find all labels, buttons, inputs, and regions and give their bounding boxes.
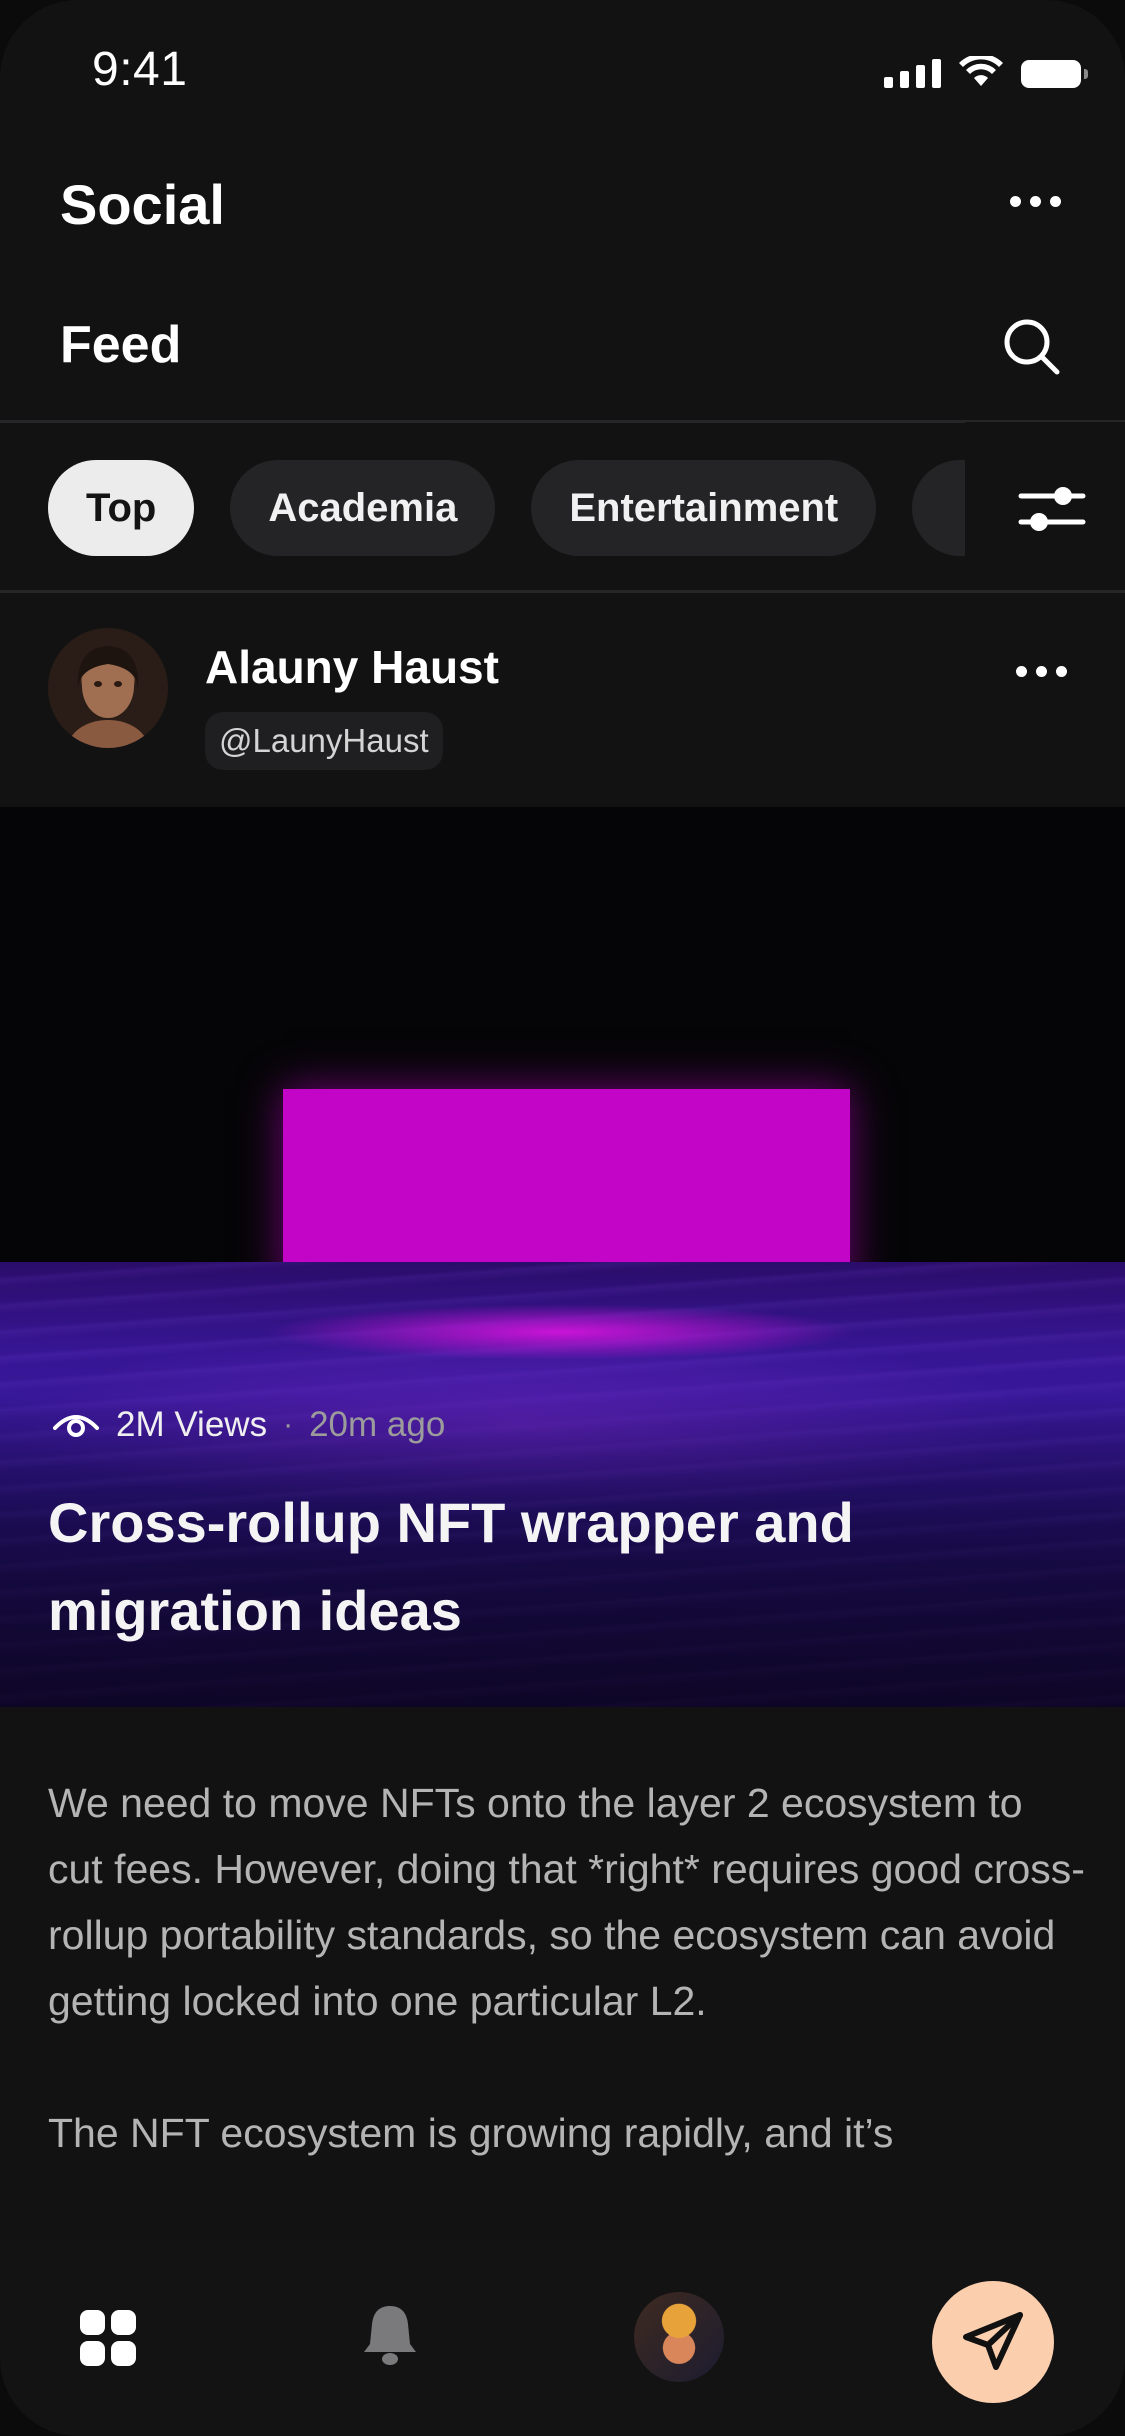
phone-screen: 9:41 Social Feed Top Academia Entertainm… bbox=[0, 0, 1125, 2436]
cellular-signal-icon bbox=[884, 58, 941, 88]
eye-icon bbox=[53, 1415, 99, 1437]
post-hero-image[interactable]: 2M Views · 20m ago Cross-rollup NFT wrap… bbox=[0, 807, 1125, 1707]
post-meta: 2M Views · 20m ago bbox=[52, 1405, 445, 1445]
bottom-navigation bbox=[0, 2240, 1125, 2436]
profile-avatar[interactable] bbox=[634, 2292, 724, 2382]
app-title: Social bbox=[60, 173, 225, 236]
search-icon[interactable] bbox=[1001, 316, 1063, 378]
post-body: We need to move NFTs onto the layer 2 ec… bbox=[48, 1770, 1088, 2232]
wifi-icon bbox=[959, 56, 1003, 86]
post-paragraph: We need to move NFTs onto the layer 2 ec… bbox=[48, 1780, 1085, 2024]
author-name[interactable]: Alauny Haust bbox=[205, 640, 499, 694]
send-icon[interactable] bbox=[932, 2281, 1054, 2403]
post-paragraph: The NFT ecosystem is growing rapidly, an… bbox=[48, 2110, 894, 2156]
feed-title: Feed bbox=[60, 316, 182, 374]
chip-top[interactable]: Top bbox=[48, 460, 195, 556]
header-more-icon[interactable] bbox=[1010, 186, 1061, 217]
battery-icon bbox=[1021, 60, 1088, 88]
category-chips-row: Top Academia Entertainment bbox=[0, 422, 1125, 592]
post-time: 20m ago bbox=[309, 1405, 446, 1444]
author-handle[interactable]: @LaunyHaust bbox=[205, 712, 443, 770]
status-bar: 9:41 bbox=[0, 0, 1125, 140]
sliders-icon[interactable] bbox=[1017, 474, 1087, 544]
post-more-icon[interactable] bbox=[1016, 660, 1067, 683]
chip-entertainment[interactable]: Entertainment bbox=[531, 460, 877, 556]
chips-divider bbox=[0, 590, 1125, 593]
category-chips: Top Academia Entertainment bbox=[48, 460, 1049, 556]
post-title[interactable]: Cross-rollup NFT wrapper and migration i… bbox=[48, 1479, 1048, 1655]
author-avatar[interactable] bbox=[48, 628, 168, 748]
chip-academia[interactable]: Academia bbox=[230, 460, 496, 556]
grid-icon[interactable] bbox=[80, 2310, 136, 2366]
status-icons bbox=[884, 56, 1088, 88]
meta-separator: · bbox=[283, 1408, 294, 1441]
view-count: 2M Views bbox=[116, 1405, 268, 1444]
hero-magenta-block bbox=[283, 1089, 850, 1289]
status-time: 9:41 bbox=[92, 43, 188, 96]
bell-icon[interactable] bbox=[360, 2302, 420, 2368]
